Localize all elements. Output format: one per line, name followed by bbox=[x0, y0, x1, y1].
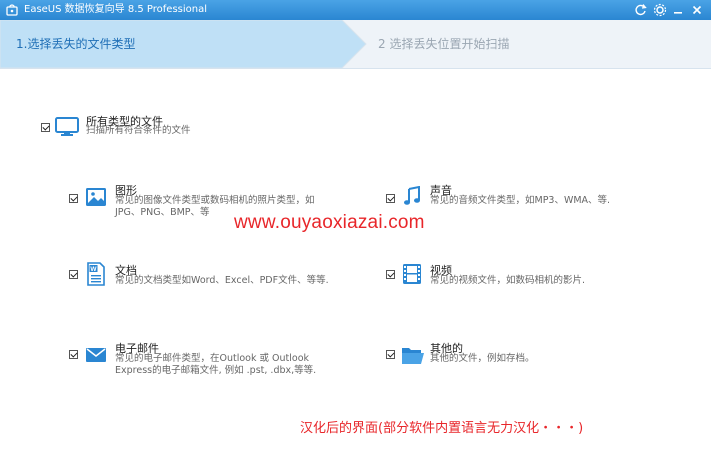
audio-type-desc: 常见的音频文件类型，如MP3、WMA、等. bbox=[430, 195, 611, 206]
email-envelope-icon bbox=[86, 348, 106, 362]
minimize-icon[interactable] bbox=[671, 3, 685, 17]
step-bar: 1.选择丢失的文件类型 2 选择丢失位置开始扫描 bbox=[0, 20, 711, 69]
app-logo-icon bbox=[6, 4, 18, 16]
monitor-icon bbox=[55, 117, 79, 136]
image-type-desc-1: 常见的图像文件类型或数码相机的照片类型，如 bbox=[115, 195, 315, 206]
document-type-desc: 常见的文档类型如Word、Excel、PDF文件、等等. bbox=[115, 275, 329, 286]
document-icon: W bbox=[87, 262, 105, 286]
film-icon bbox=[403, 264, 421, 284]
video-type-checkbox[interactable] bbox=[386, 270, 395, 279]
email-type-checkbox[interactable] bbox=[69, 350, 78, 359]
document-type-checkbox[interactable] bbox=[69, 270, 78, 279]
other-type-checkbox[interactable] bbox=[386, 350, 395, 359]
refresh-icon[interactable] bbox=[634, 3, 648, 17]
folder-icon bbox=[402, 348, 424, 364]
svg-text:W: W bbox=[90, 266, 97, 273]
image-icon bbox=[86, 188, 106, 206]
window-title: EaseUS 数据恢复向导 8.5 Professional bbox=[24, 4, 208, 15]
close-icon[interactable] bbox=[690, 3, 704, 17]
watermark-url: www.ouyaoxiazai.com bbox=[234, 212, 425, 233]
caption-text: 汉化后的界面(部分软件内置语言无力汉化・・・) bbox=[300, 421, 584, 436]
email-type-desc-1: 常见的电子邮件类型，在Outlook 或 Outlook bbox=[115, 353, 310, 364]
music-note-icon bbox=[404, 186, 420, 205]
image-type-desc-2: JPG、PNG、BMP、等 bbox=[115, 207, 210, 218]
step-1-tab[interactable]: 1.选择丢失的文件类型 bbox=[0, 20, 367, 68]
step-2-label[interactable]: 2 选择丢失位置开始扫描 bbox=[378, 35, 509, 52]
other-type-desc: 其他的文件，例如存档。 bbox=[430, 353, 535, 364]
audio-type-checkbox[interactable] bbox=[386, 194, 395, 203]
video-type-desc: 常见的视频文件，如数码相机的影片. bbox=[430, 275, 586, 286]
all-types-checkbox[interactable] bbox=[41, 123, 50, 132]
step-1-label: 1.选择丢失的文件类型 bbox=[16, 37, 136, 51]
email-type-desc-2: Express的电子邮箱文件, 例如 .pst, .dbx,等等. bbox=[115, 365, 317, 376]
title-bar: EaseUS 数据恢复向导 8.5 Professional bbox=[0, 0, 711, 20]
image-type-checkbox[interactable] bbox=[69, 194, 78, 203]
all-types-desc: 扫描所有符合条件的文件 bbox=[86, 125, 191, 136]
settings-icon[interactable] bbox=[653, 3, 667, 17]
